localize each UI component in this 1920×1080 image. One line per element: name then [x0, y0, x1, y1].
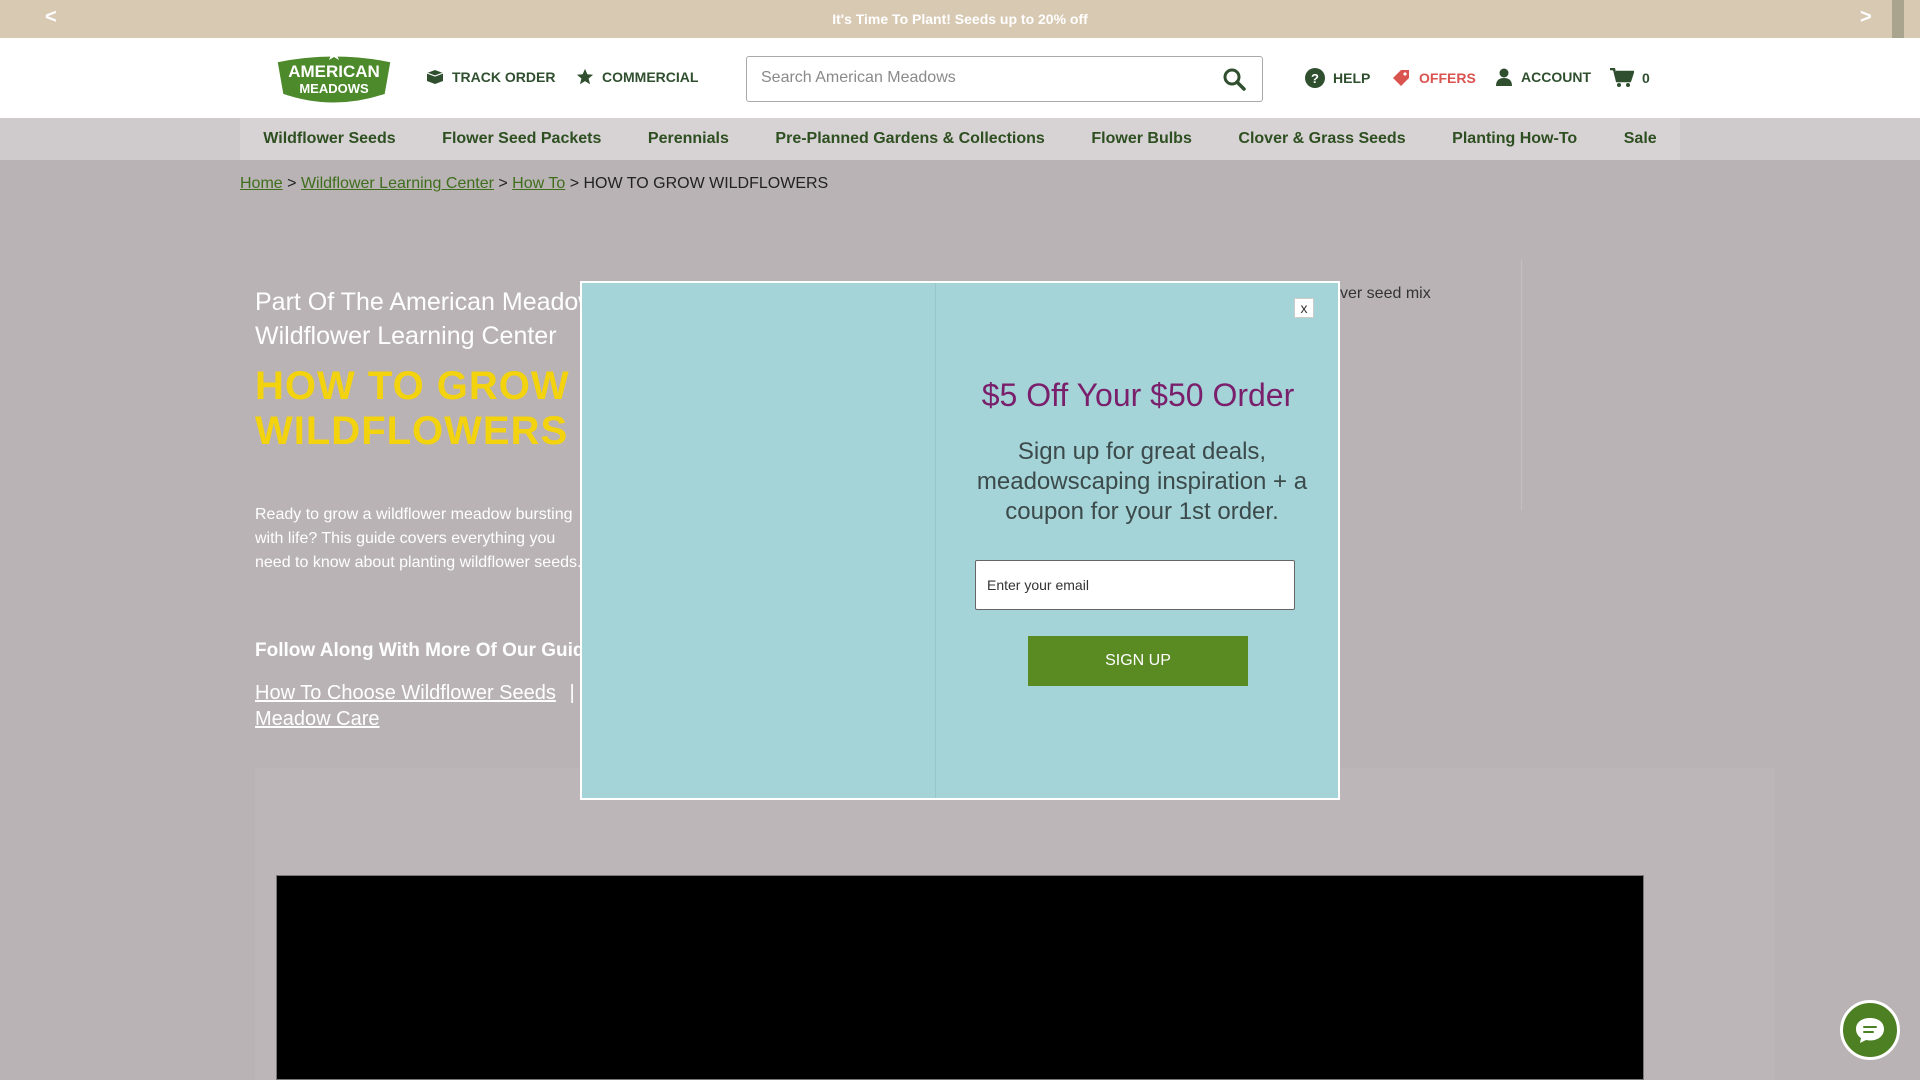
nav-item-flower-bulbs[interactable]: Flower Bulbs [1091, 130, 1191, 148]
guide-links: How To Choose Wildflower Seeds | Meadow … [255, 680, 595, 732]
follow-heading: Follow Along With More Of Our Guides [255, 640, 595, 661]
track-order-link[interactable]: TRACK ORDER [426, 68, 555, 86]
logo-icon: AMERICAN MEADOWS [274, 47, 394, 106]
svg-text:?: ? [1311, 71, 1319, 86]
nav-item-planting-how-to[interactable]: Planting How-To [1452, 130, 1577, 148]
cart-icon [1610, 68, 1634, 87]
breadcrumb-how-to[interactable]: How To [512, 175, 565, 192]
nav-item-perennials[interactable]: Perennials [648, 130, 729, 148]
article-intro: Ready to grow a wildflower meadow bursti… [255, 506, 582, 571]
header-margin-left [0, 38, 240, 118]
nav-item-sale[interactable]: Sale [1624, 130, 1657, 148]
side-caption: ver seed mix [1340, 285, 1431, 302]
chat-bubble-icon [1856, 1018, 1884, 1043]
video-player[interactable] [276, 875, 1644, 1080]
star-icon [576, 68, 594, 85]
offers-label: OFFERS [1419, 70, 1476, 86]
truck-box-icon [426, 70, 444, 84]
breadcrumb-separator: > [498, 175, 508, 192]
help-link[interactable]: ? HELP [1305, 68, 1370, 88]
help-icon: ? [1305, 68, 1325, 88]
logo-text-line2: MEADOWS [299, 81, 369, 96]
search-box [746, 56, 1263, 102]
nav-item-clover-grass-seeds[interactable]: Clover & Grass Seeds [1238, 130, 1405, 148]
account-link[interactable]: ACCOUNT [1495, 68, 1591, 86]
nav-item-flower-seed-packets[interactable]: Flower Seed Packets [442, 130, 601, 148]
logo-text-line1: AMERICAN [288, 62, 380, 81]
nav-item-wildflower-seeds[interactable]: Wildflower Seeds [263, 130, 395, 148]
user-icon [1496, 68, 1512, 86]
email-field[interactable] [975, 560, 1295, 610]
guide-link-meadow-care[interactable]: Meadow Care [255, 708, 380, 730]
article-kicker: Part Of The American Meadows Wildflower … [255, 288, 609, 350]
scrollbar[interactable] [1892, 0, 1904, 38]
modal-subtitle: Sign up for great deals, meadowscaping i… [976, 438, 1308, 525]
promo-message[interactable]: It's Time To Plant! Seeds up to 20% off [0, 11, 1920, 27]
page-title: HOW TO GROW WILDFLOWERS [255, 364, 570, 453]
cart-link[interactable]: 0 [1610, 68, 1650, 88]
modal-title: $5 Off Your $50 Order [981, 377, 1295, 413]
promo-bar: < It's Time To Plant! Seeds up to 20% of… [0, 0, 1920, 38]
offers-link[interactable]: OFFERS [1391, 68, 1476, 88]
modal-image [582, 283, 936, 798]
commercial-link[interactable]: COMMERCIAL [576, 68, 698, 86]
cart-count: 0 [1642, 70, 1650, 86]
breadcrumb-home[interactable]: Home [240, 175, 283, 192]
signup-button[interactable]: SIGN UP [1028, 636, 1248, 686]
breadcrumb-current: HOW TO GROW WILDFLOWERS [583, 175, 829, 192]
track-order-label: TRACK ORDER [452, 69, 556, 85]
commercial-label: COMMERCIAL [602, 69, 699, 85]
breadcrumb-learning-center[interactable]: Wildflower Learning Center [301, 175, 494, 192]
guide-link-separator: | [569, 682, 575, 704]
tag-icon [1393, 70, 1409, 86]
nav-item-pre-planned-gardens[interactable]: Pre-Planned Gardens & Collections [775, 130, 1044, 148]
breadcrumb: Home > Wildflower Learning Center > How … [240, 175, 828, 193]
modal-close-button[interactable]: x [1294, 298, 1314, 318]
header-margin-right [1680, 38, 1920, 118]
help-label: HELP [1333, 70, 1371, 86]
logo[interactable]: AMERICAN MEADOWS [272, 47, 396, 109]
main-nav: Wildflower Seeds Flower Seed Packets Per… [0, 118, 1920, 160]
account-label: ACCOUNT [1521, 69, 1591, 85]
breadcrumb-separator: > [287, 175, 297, 192]
search-icon[interactable] [1222, 67, 1246, 91]
guide-link-choose-seeds[interactable]: How To Choose Wildflower Seeds [255, 682, 556, 704]
chat-button[interactable] [1840, 1000, 1900, 1060]
main-nav-items: Wildflower Seeds Flower Seed Packets Per… [240, 118, 1680, 160]
search-input[interactable] [761, 69, 1201, 87]
breadcrumb-separator: > [569, 175, 580, 192]
email-signup-modal: x $5 Off Your $50 Order Sign up for grea… [580, 281, 1340, 800]
promo-next-button[interactable]: > [1860, 6, 1872, 29]
